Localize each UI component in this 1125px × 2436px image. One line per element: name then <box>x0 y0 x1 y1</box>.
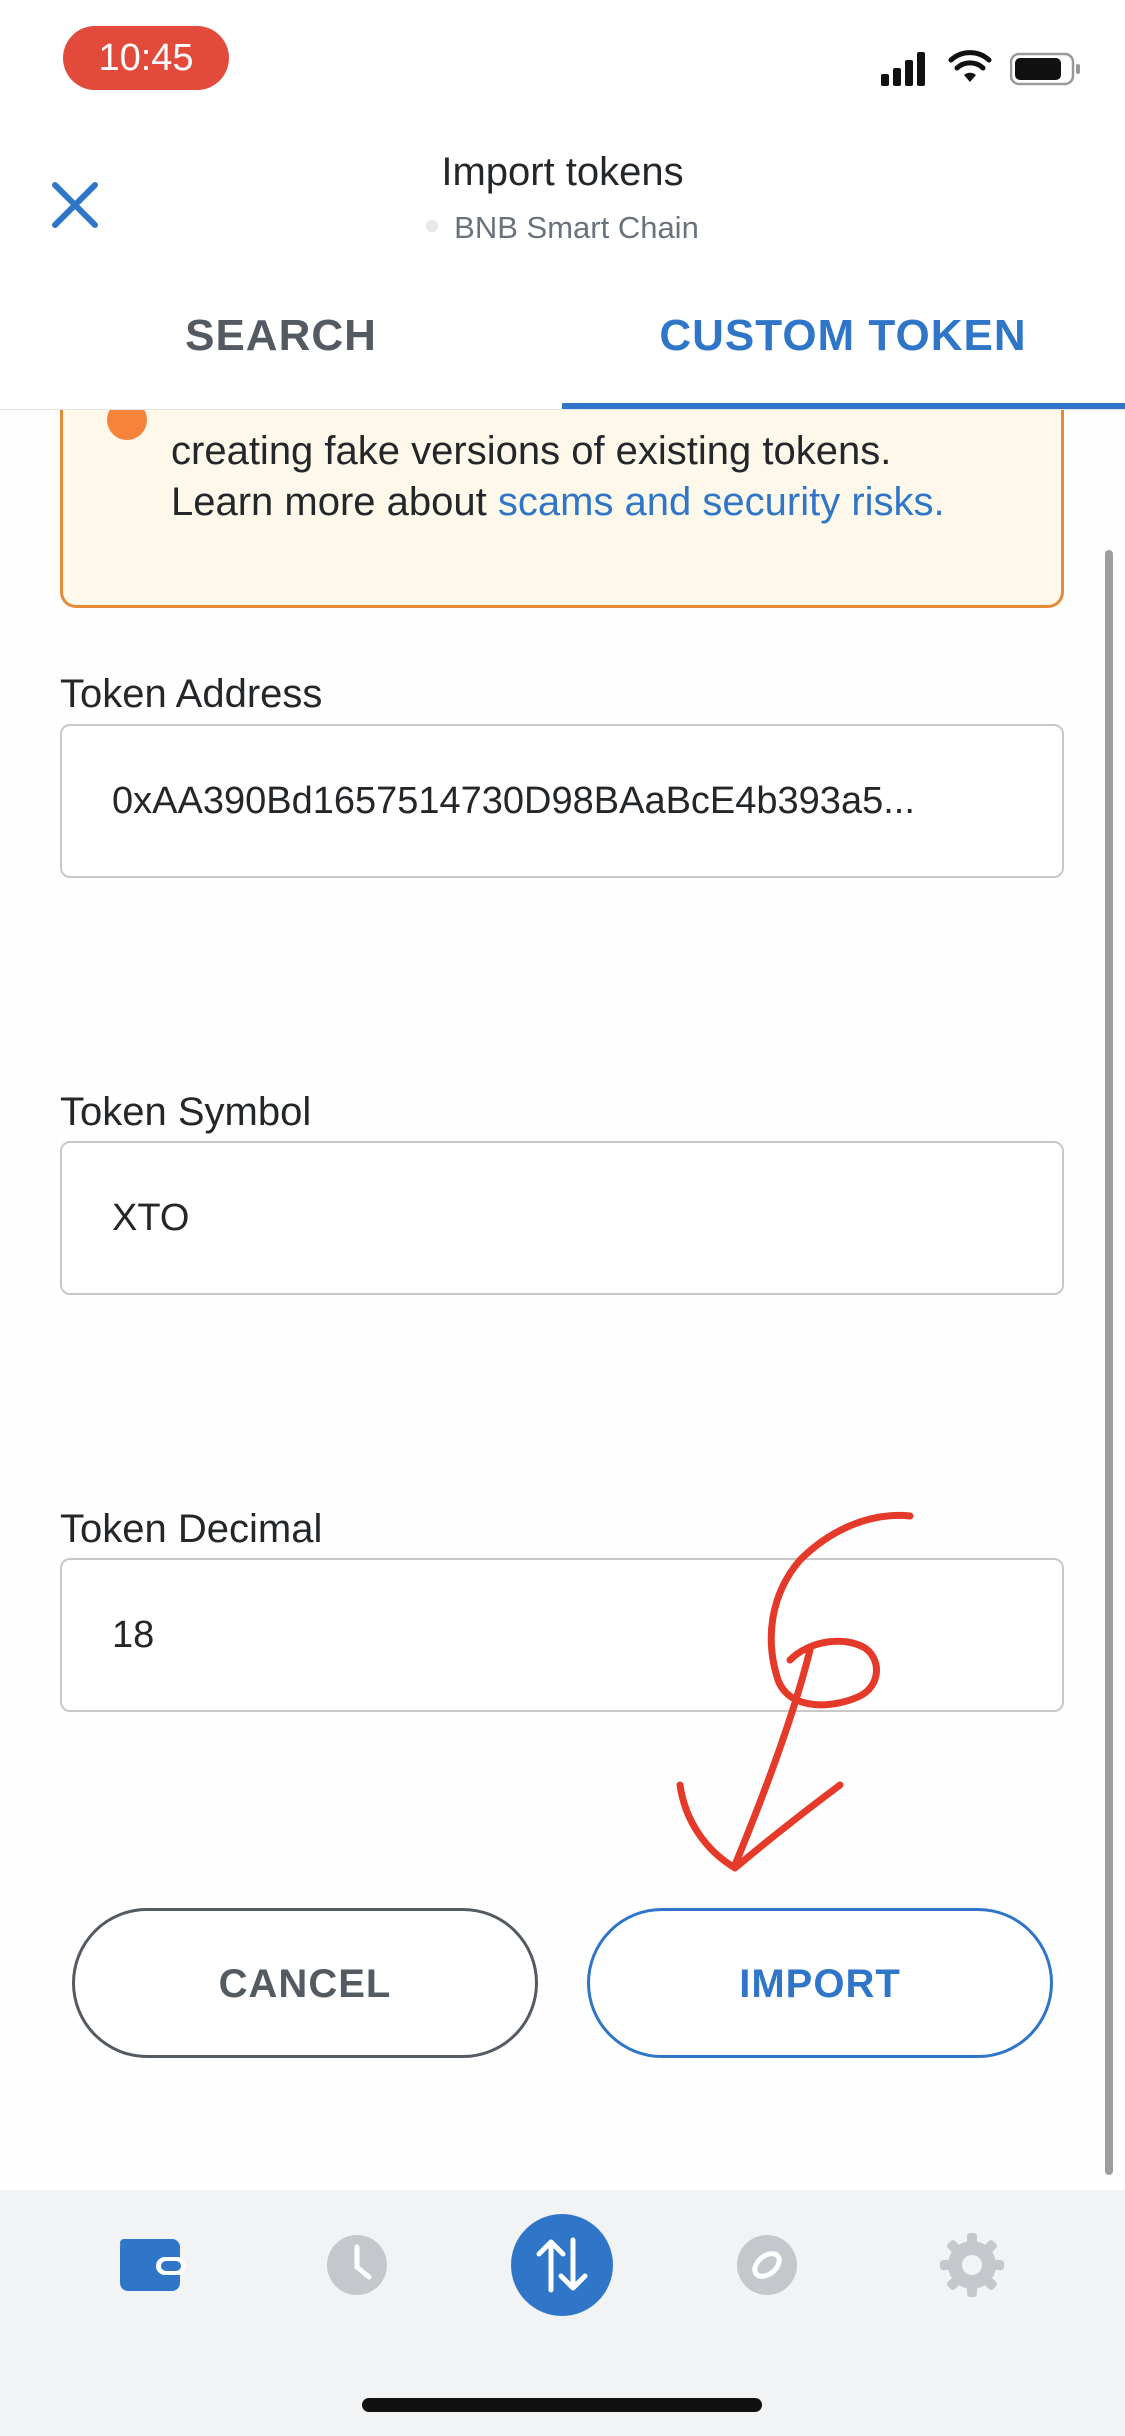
scams-security-link[interactable]: scams and security risks. <box>498 480 945 524</box>
network-subtitle: BNB Smart Chain <box>0 210 1125 246</box>
status-time: 10:45 <box>63 26 229 90</box>
warning-line-2: Learn more about <box>171 480 498 524</box>
cellular-signal-icon <box>881 52 925 86</box>
home-indicator[interactable] <box>362 2398 762 2412</box>
network-dot-icon <box>426 219 439 232</box>
swap-arrows-icon <box>536 2237 588 2293</box>
token-decimal-label: Token Decimal <box>60 1507 323 1551</box>
warning-text: creating fake versions of existing token… <box>171 426 1031 528</box>
token-address-label: Token Address <box>60 672 323 716</box>
annotation-arrow-drawing <box>676 1511 914 1872</box>
network-name: BNB Smart Chain <box>454 210 699 245</box>
wifi-icon <box>948 50 992 82</box>
token-symbol-input[interactable]: XTO <box>60 1141 1064 1295</box>
battery-icon <box>1010 52 1080 86</box>
token-symbol-label: Token Symbol <box>60 1090 312 1134</box>
page-title: Import tokens <box>441 150 684 194</box>
tab-custom-token[interactable]: CUSTOM TOKEN <box>562 295 1124 410</box>
status-bar: 10:45 <box>0 0 1125 120</box>
swap-button[interactable] <box>511 2214 613 2316</box>
compass-icon[interactable] <box>727 2225 807 2305</box>
import-button[interactable]: IMPORT <box>587 1908 1053 2058</box>
wallet-icon[interactable] <box>112 2225 192 2305</box>
token-address-input[interactable]: 0xAA390Bd1657514730D98BAaBcE4b393a5... <box>60 724 1064 878</box>
tab-bar: SEARCH CUSTOM TOKEN <box>0 295 1125 410</box>
scrollbar[interactable] <box>1105 550 1113 2175</box>
gear-icon[interactable] <box>932 2225 1012 2305</box>
warning-line-1: creating fake versions of existing token… <box>171 429 892 473</box>
active-tab-indicator <box>562 403 1125 409</box>
import-tokens-screen: 10:45 Import tokens BNB Smart Chain crea… <box>0 0 1125 2436</box>
cancel-button[interactable]: CANCEL <box>72 1908 538 2058</box>
tab-search[interactable]: SEARCH <box>0 295 562 410</box>
clock-icon[interactable] <box>317 2225 397 2305</box>
